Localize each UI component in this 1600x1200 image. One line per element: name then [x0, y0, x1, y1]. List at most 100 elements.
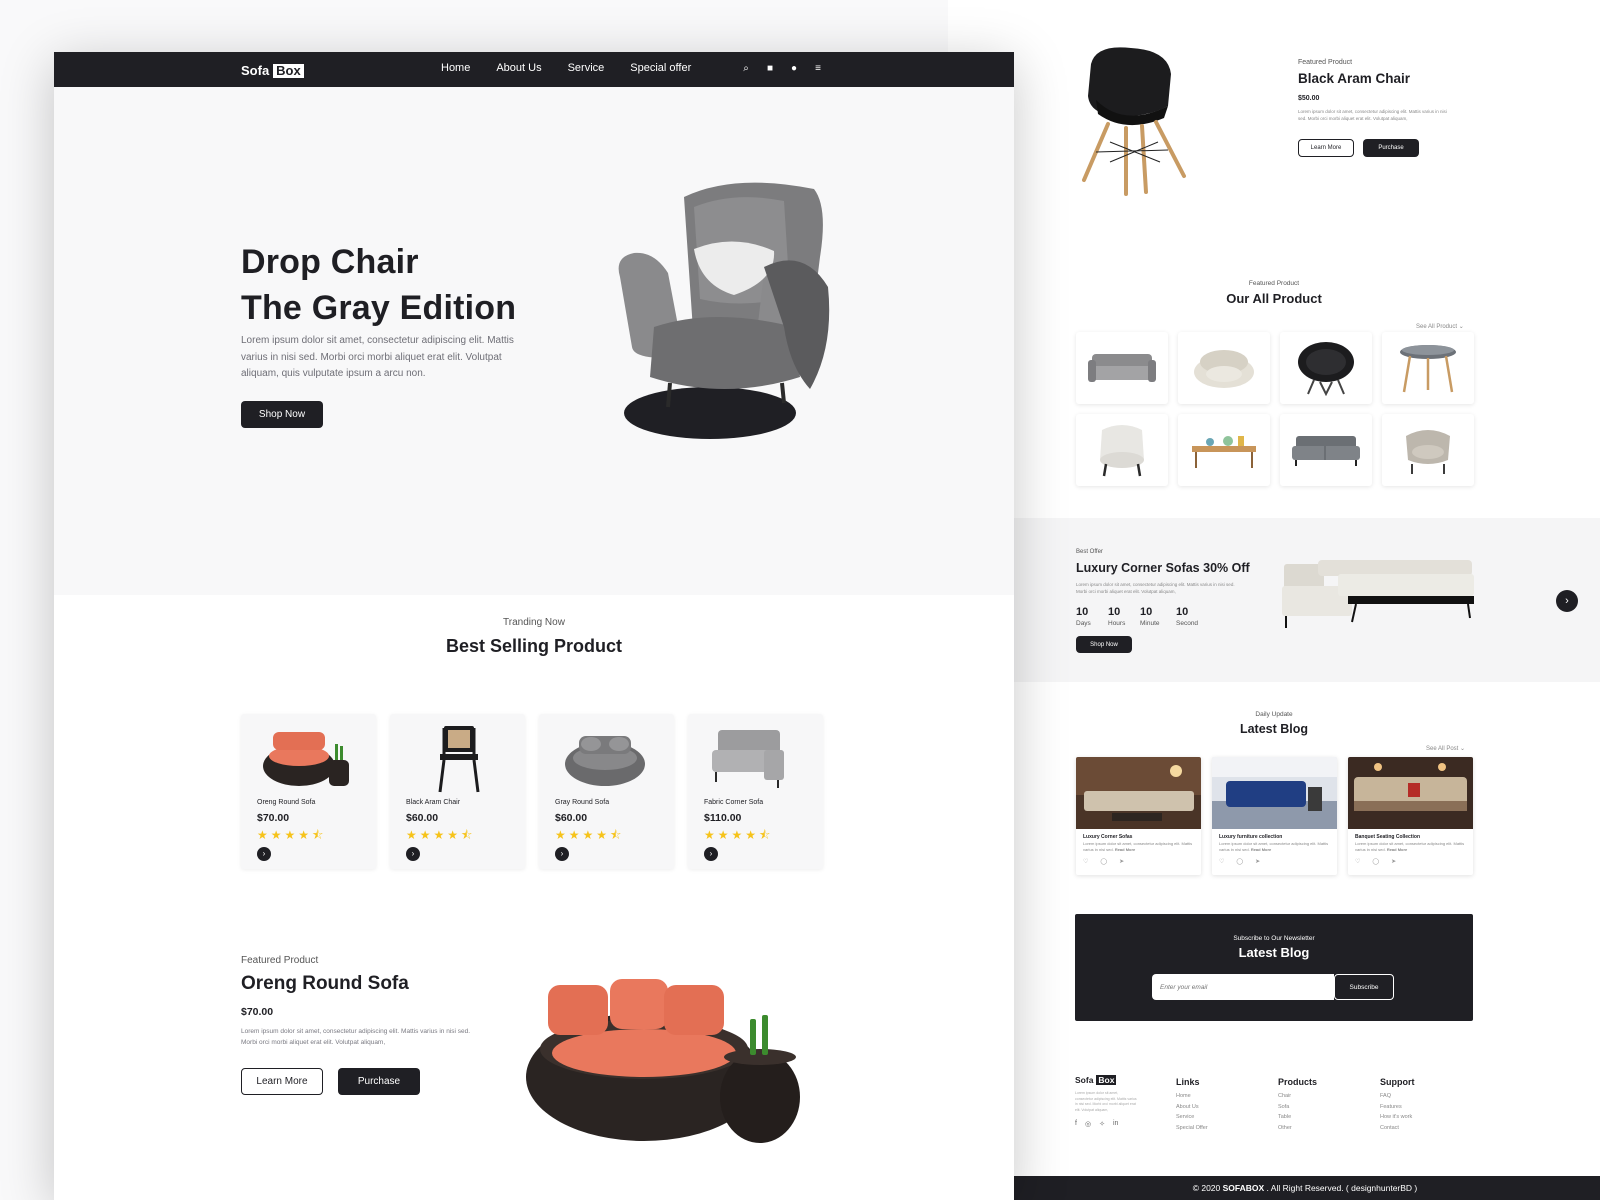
footer-link[interactable]: FAQ — [1380, 1091, 1412, 1102]
blog-card-icons: ♡◯➤ — [1083, 859, 1137, 865]
subscribe-button[interactable]: Subscribe — [1334, 974, 1394, 1000]
product-tile[interactable] — [1280, 414, 1372, 486]
best-selling-cards: Oreng Round Sofa $70.00 ★★★★⯪ › Black Ar… — [241, 714, 823, 869]
menu-icon[interactable]: ≡ — [812, 63, 824, 74]
beige-tub-chair-image — [1406, 430, 1450, 474]
arrow-right-icon[interactable]: › — [406, 847, 420, 861]
footer-link[interactable]: Special Offer — [1176, 1123, 1208, 1134]
offer-shop-now-button[interactable]: Shop Now — [1076, 636, 1132, 653]
learn-more-button[interactable]: Learn More — [241, 1068, 323, 1095]
nav-service[interactable]: Service — [568, 62, 605, 74]
read-more-link[interactable]: Read More — [1115, 847, 1135, 852]
product-tile[interactable] — [1076, 414, 1168, 486]
purchase-button[interactable]: Purchase — [338, 1068, 420, 1095]
product-price: $110.00 — [704, 812, 742, 824]
blog-card[interactable]: Luxury furniture collection Lorem ipsum … — [1212, 757, 1337, 875]
blog-card-desc: Lorem ipsum dolor sit amet, consectetur … — [1219, 841, 1329, 852]
arrow-right-icon[interactable]: › — [555, 847, 569, 861]
footer-link[interactable]: Sofa — [1278, 1102, 1292, 1113]
product-tile[interactable] — [1076, 332, 1168, 404]
blog-card-desc: Lorem ipsum dolor sit amet, consectetur … — [1355, 841, 1465, 852]
product-price: $70.00 — [257, 812, 290, 824]
white-armchair-image — [1100, 425, 1144, 477]
blog-photo-living-room — [1076, 757, 1201, 829]
footer-link[interactable]: How it's work — [1380, 1112, 1412, 1123]
product-grid — [1076, 332, 1474, 486]
search-icon[interactable]: ⌕ — [740, 63, 752, 74]
next-arrow-icon[interactable]: › — [1556, 590, 1578, 612]
newsletter-email-input[interactable] — [1152, 974, 1334, 1000]
product-name: Fabric Corner Sofa — [704, 799, 764, 806]
side-table-image — [1400, 345, 1456, 393]
see-all-posts-link[interactable]: See All Post ⌄ — [1426, 745, 1465, 752]
learn-more-button[interactable]: Learn More — [1298, 139, 1354, 157]
product-name: Gray Round Sofa — [555, 799, 610, 806]
nav-home[interactable]: Home — [441, 62, 470, 74]
blog-photo-banquet — [1348, 757, 1473, 829]
footer-link[interactable]: Chair — [1278, 1091, 1292, 1102]
blog-card[interactable]: Banquet Seating Collection Lorem ipsum d… — [1348, 757, 1473, 875]
blog-photo-blue-sofa — [1212, 757, 1337, 829]
all-products-title: Our All Product — [1226, 291, 1322, 306]
offer-title: Luxury Corner Sofas 30% Off — [1076, 561, 1250, 575]
featured-price: $70.00 — [241, 1006, 274, 1018]
product-tile[interactable] — [1178, 332, 1270, 404]
hero-section: Drop Chair The Gray Edition Lorem ipsum d… — [54, 87, 1014, 595]
footer-link[interactable]: Contact — [1380, 1123, 1412, 1134]
footer-products-heading: Products — [1278, 1077, 1318, 1087]
featured-price: $50.00 — [1298, 95, 1320, 102]
product-card[interactable]: Gray Round Sofa $60.00 ★★★★⯪ › — [539, 714, 674, 869]
footer-link[interactable]: Table — [1278, 1112, 1292, 1123]
hero-body: Lorem ipsum dolor sit amet, consectetur … — [241, 335, 514, 379]
coffee-table-image — [1192, 436, 1256, 468]
rating-stars: ★★★★⯪ — [704, 828, 774, 842]
nav-special-offer[interactable]: Special offer — [630, 62, 691, 74]
blog-card-title: Luxury Corner Sofas — [1083, 834, 1133, 840]
facebook-icon[interactable]: f — [1075, 1120, 1077, 1128]
footer-link[interactable]: Other — [1278, 1123, 1292, 1134]
product-tile[interactable] — [1178, 414, 1270, 486]
shop-now-button[interactable]: Shop Now — [241, 401, 323, 428]
product-card[interactable]: Oreng Round Sofa $70.00 ★★★★⯪ › — [241, 714, 376, 869]
bell-icon[interactable]: ● — [788, 63, 800, 74]
gray-sofa-image — [1088, 354, 1156, 382]
footer-logo[interactable]: Sofa Box — [1075, 1075, 1117, 1085]
countdown-hours: 10 Hours — [1108, 606, 1126, 627]
product-card[interactable]: Fabric Corner Sofa $110.00 ★★★★⯪ › — [688, 714, 823, 869]
right-page: Featured Product Black Aram Chair $50.00… — [948, 0, 1600, 1200]
twitter-icon[interactable]: ✧ — [1099, 1120, 1105, 1128]
arrow-right-icon[interactable]: › — [257, 847, 271, 861]
newsletter-sub: Subscribe to Our Newsletter — [1233, 935, 1315, 942]
linkedin-icon[interactable]: in — [1113, 1120, 1118, 1128]
cream-round-chair-image — [1194, 350, 1254, 388]
footer-link[interactable]: Features — [1380, 1102, 1412, 1113]
gray-wingback-chair-image — [618, 182, 830, 439]
featured-sub: Featured Product — [1298, 59, 1353, 66]
footer-link[interactable]: Home — [1176, 1091, 1208, 1102]
logo[interactable]: Sofa Box — [241, 63, 304, 78]
newsletter-title: Latest Blog — [1238, 945, 1310, 960]
blog-card-title: Banquet Seating Collection — [1355, 834, 1421, 840]
footer-link[interactable]: About Us — [1176, 1102, 1208, 1113]
footer-products-list: Chair Sofa Table Other — [1278, 1091, 1292, 1133]
read-more-link[interactable]: Read More — [1387, 847, 1407, 852]
shopping-bag-icon[interactable]: ■ — [764, 63, 776, 74]
product-tile[interactable] — [1280, 332, 1372, 404]
footer-support-list: FAQ Features How it's work Contact — [1380, 1091, 1412, 1133]
product-tile[interactable] — [1382, 414, 1474, 486]
nav-about[interactable]: About Us — [496, 62, 541, 74]
product-card[interactable]: Black Aram Chair $60.00 ★★★★⯪ › — [390, 714, 525, 869]
blog-card[interactable]: Luxury Corner Sofas Lorem ipsum dolor si… — [1076, 757, 1201, 875]
arrow-right-icon[interactable]: › — [704, 847, 718, 861]
product-tile[interactable] — [1382, 332, 1474, 404]
chevron-down-icon: ⌄ — [1460, 746, 1466, 752]
purchase-button[interactable]: Purchase — [1363, 139, 1419, 157]
see-all-products-link[interactable]: See All Product ⌄ — [1416, 323, 1464, 330]
read-more-link[interactable]: Read More — [1251, 847, 1271, 852]
footer-links-heading: Links — [1176, 1077, 1200, 1087]
footer-link[interactable]: Service — [1176, 1112, 1208, 1123]
all-products-sub: Featured Product — [1248, 280, 1300, 287]
blog-card-icons: ♡◯➤ — [1355, 859, 1409, 865]
instagram-icon[interactable]: ◎ — [1085, 1120, 1091, 1128]
social-icons: f ◎ ✧ in — [1075, 1120, 1118, 1128]
